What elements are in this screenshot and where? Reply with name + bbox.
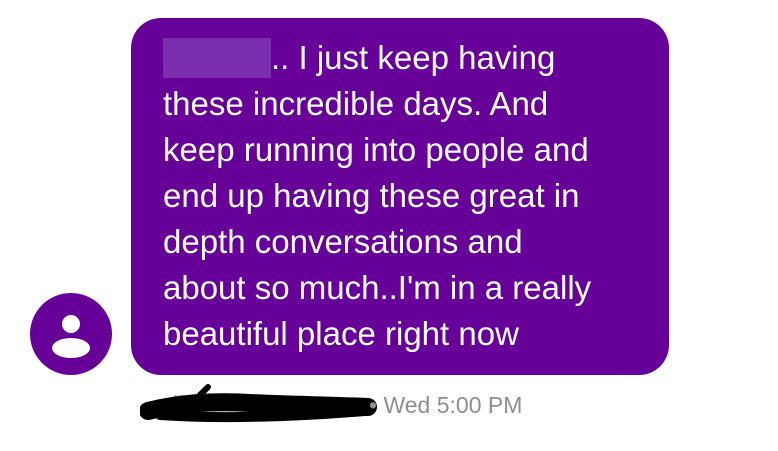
message-line-6: about so much..I'm in a really [163, 269, 592, 306]
message-line-2: these incredible days. And [163, 85, 549, 122]
message-line-5: depth conversations and [163, 223, 523, 260]
message-first-line-text: .. I just keep having [271, 39, 556, 76]
timestamp-value: Wed 5:00 PM [383, 392, 523, 418]
message-text: .. I just keep having these incredible d… [163, 35, 653, 357]
redaction-box [163, 38, 271, 78]
message-line-4: end up having these great in [163, 177, 580, 214]
timestamp: • Wed 5:00 PM [369, 392, 522, 419]
message-line-7: beautiful place right now [163, 315, 519, 352]
message-line-1: .. I just keep having [163, 35, 653, 81]
message-line-3: keep running into people and [163, 131, 589, 168]
conversation-view: .. I just keep having these incredible d… [0, 0, 778, 451]
separator-dot: • [369, 392, 378, 418]
person-icon [52, 315, 90, 358]
avatar[interactable] [30, 293, 112, 375]
redaction-scribble [140, 384, 377, 423]
message-meta: (7 • Wed 5:00 PM [140, 381, 680, 425]
